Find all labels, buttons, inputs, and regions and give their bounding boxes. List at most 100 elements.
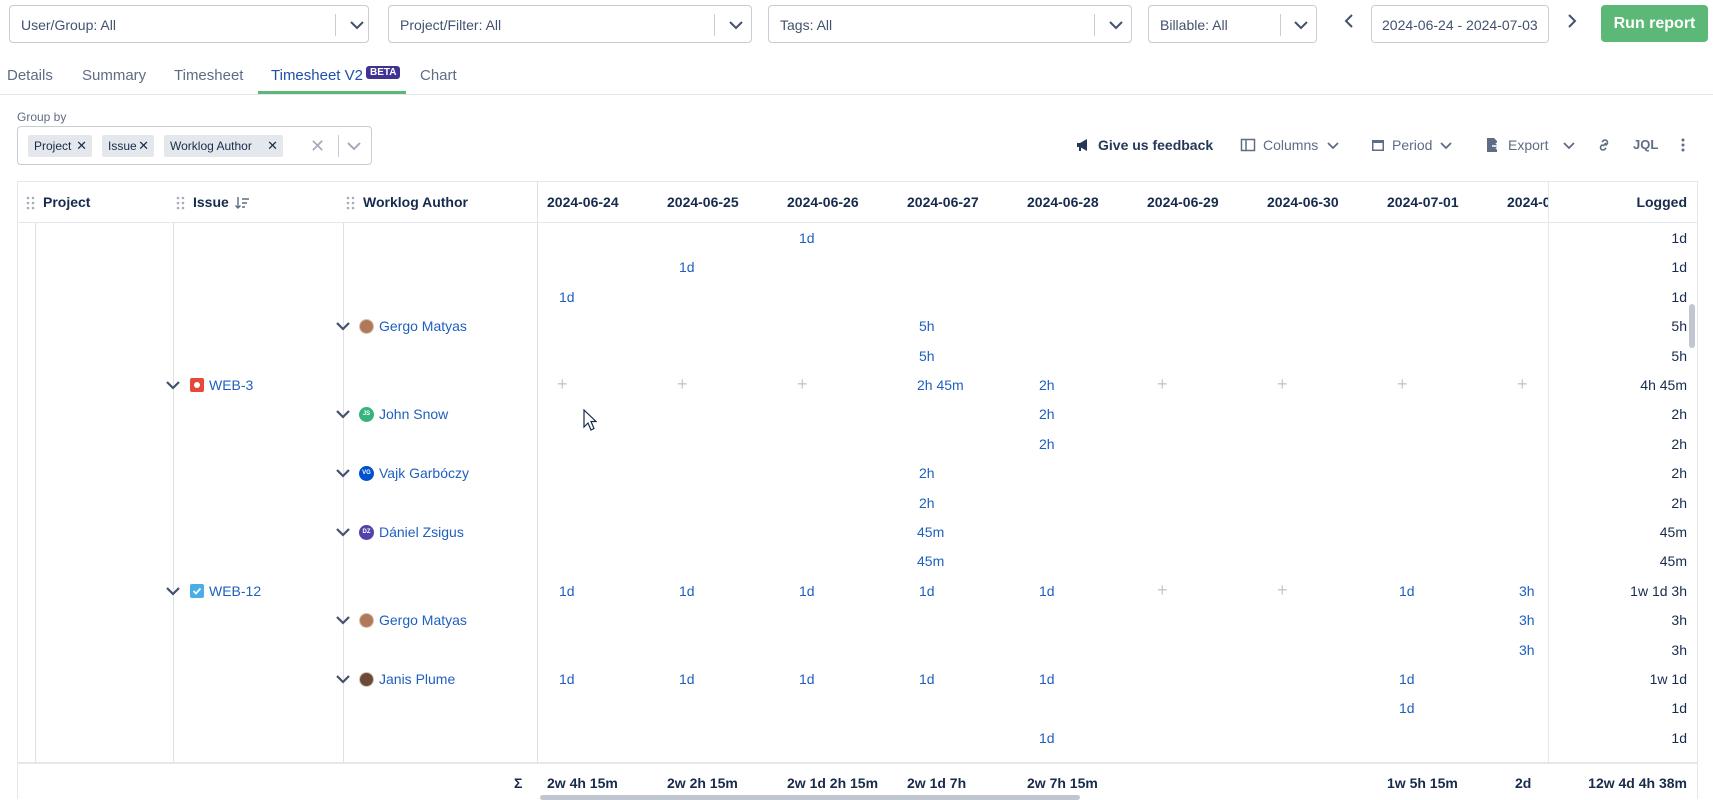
time-cell[interactable]: 1d [919,583,935,599]
author-link[interactable]: John Snow [379,406,448,422]
column-header-issue[interactable]: Issue [193,194,229,210]
time-cell[interactable]: 2h 45m [917,377,964,393]
chevron-down-icon[interactable] [1438,137,1454,153]
add-worklog-icon[interactable]: + [1517,374,1528,395]
prev-period-icon[interactable] [1341,12,1359,30]
billable-select[interactable]: Billable: All [1148,5,1317,43]
time-cell[interactable]: 5h [919,348,935,364]
column-header-date[interactable]: 2024-06-27 [907,194,979,210]
drag-handle-icon[interactable] [26,196,36,210]
add-worklog-icon[interactable]: + [1397,374,1408,395]
time-cell[interactable]: 3h [1519,583,1535,599]
time-cell[interactable]: 3h [1519,642,1535,658]
vertical-scrollbar[interactable] [1689,304,1695,348]
issue-link[interactable]: WEB-12 [209,583,261,599]
date-range-field[interactable]: 2024-06-24 - 2024-07-03 [1371,5,1549,43]
author-link[interactable]: Gergo Matyas [379,318,467,334]
time-cell[interactable]: 1d [799,671,815,687]
time-cell[interactable]: 2h [1039,436,1055,452]
time-cell[interactable]: 1d [1039,730,1055,746]
run-report-button[interactable]: Run report [1601,5,1708,42]
collapse-chevron-icon[interactable] [334,611,352,629]
collapse-chevron-icon[interactable] [334,523,352,541]
add-worklog-icon[interactable]: + [797,374,808,395]
time-cell[interactable]: 2h [1039,406,1055,422]
time-cell[interactable]: 1d [1039,583,1055,599]
drag-handle-icon[interactable] [176,196,186,210]
remove-chip-icon[interactable]: ✕ [76,135,87,157]
add-worklog-icon[interactable]: + [1157,374,1168,395]
collapse-chevron-icon[interactable] [334,317,352,335]
time-cell[interactable]: 5h [919,318,935,334]
collapse-chevron-icon[interactable] [334,464,352,482]
chevron-down-icon[interactable] [348,16,366,34]
chevron-down-icon[interactable] [1107,16,1125,34]
column-header-date[interactable]: 2024-06-30 [1267,194,1339,210]
collapse-chevron-icon[interactable] [334,670,352,688]
give-feedback-button[interactable]: Give us feedback [1098,137,1213,153]
column-header-date[interactable]: 2024-06-24 [547,194,619,210]
author-link[interactable]: Dániel Zsigus [379,524,464,540]
column-header-logged[interactable]: Logged [1579,194,1687,210]
more-options-icon[interactable] [1675,137,1691,153]
time-cell[interactable]: 2h [919,465,935,481]
next-period-icon[interactable] [1562,12,1580,30]
chevron-down-icon[interactable] [1325,137,1341,153]
column-header-date[interactable]: 2024-0 [1507,194,1549,210]
time-cell[interactable]: 1d [679,671,695,687]
column-header-date[interactable]: 2024-06-26 [787,194,859,210]
tab-details[interactable]: Details [7,67,53,84]
time-cell[interactable]: 1d [679,583,695,599]
collapse-chevron-icon[interactable] [164,376,182,394]
time-cell[interactable]: 1d [559,289,575,305]
chevron-down-icon[interactable] [1561,137,1577,153]
author-link[interactable]: Vajk Garbóczy [379,465,469,481]
issue-link[interactable]: WEB-3 [209,377,253,393]
chevron-down-icon[interactable] [727,16,745,34]
column-header-date[interactable]: 2024-06-28 [1027,194,1099,210]
collapse-chevron-icon[interactable] [334,405,352,423]
column-header-project[interactable]: Project [43,194,90,210]
add-worklog-icon[interactable]: + [1157,580,1168,601]
tab-chart[interactable]: Chart [420,67,457,84]
tab-timesheet-v2[interactable]: Timesheet V2 BETA [271,66,401,84]
horizontal-scrollbar[interactable] [540,795,1080,800]
sort-descending-icon[interactable] [234,195,250,211]
time-cell[interactable]: 1d [799,583,815,599]
author-link[interactable]: Gergo Matyas [379,612,467,628]
time-cell[interactable]: 1d [559,583,575,599]
column-header-date[interactable]: 2024-07-01 [1387,194,1459,210]
user-group-select[interactable]: User/Group: All [9,5,369,43]
time-cell[interactable]: 1d [1399,700,1415,716]
add-worklog-icon[interactable]: + [557,374,568,395]
clear-icon[interactable]: ✕ [310,136,325,157]
drag-handle-icon[interactable] [346,196,356,210]
tags-select[interactable]: Tags: All [768,5,1132,43]
time-cell[interactable]: 1d [799,230,815,246]
remove-chip-icon[interactable]: ✕ [138,135,149,157]
time-cell[interactable]: 1d [559,671,575,687]
add-worklog-icon[interactable]: + [677,374,688,395]
tab-timesheet[interactable]: Timesheet [174,67,243,84]
jql-button[interactable]: JQL [1633,137,1658,152]
chevron-down-icon[interactable] [345,137,363,155]
time-cell[interactable]: 2h [1039,377,1055,393]
author-link[interactable]: Janis Plume [379,671,455,687]
time-cell[interactable]: 1d [679,259,695,275]
column-header-date[interactable]: 2024-06-25 [667,194,739,210]
period-button[interactable]: Period [1392,137,1432,153]
time-cell[interactable]: 2h [919,495,935,511]
add-worklog-icon[interactable]: + [1277,374,1288,395]
tab-summary[interactable]: Summary [82,67,146,84]
project-filter-select[interactable]: Project/Filter: All [388,5,752,43]
group-by-select[interactable]: Project ✕ Issue ✕ Worklog Author ✕ ✕ [17,126,372,165]
time-cell[interactable]: 45m [917,553,944,569]
remove-chip-icon[interactable]: ✕ [267,135,278,157]
time-cell[interactable]: 1d [1399,583,1415,599]
columns-button[interactable]: Columns [1263,137,1318,153]
time-cell[interactable]: 1d [919,671,935,687]
collapse-chevron-icon[interactable] [164,582,182,600]
time-cell[interactable]: 3h [1519,612,1535,628]
column-header-date[interactable]: 2024-06-29 [1147,194,1219,210]
time-cell[interactable]: 1d [1399,671,1415,687]
